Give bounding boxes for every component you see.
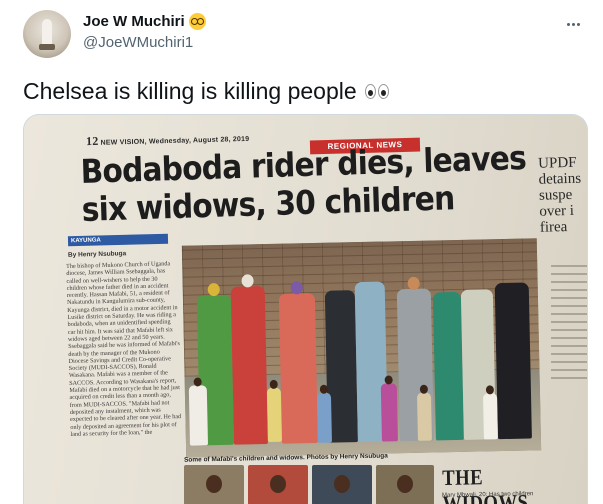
sidebar-column [551,265,587,465]
dot [571,22,575,26]
avatar-figure [42,19,52,47]
avatar-figure-base [39,44,55,50]
more-options-icon[interactable] [561,14,585,34]
folio-text: NEW VISION, Wednesday, August 28, 2019 [100,135,250,147]
user-handle[interactable]: @JoeWMuchiri1 [83,34,193,51]
newspaper-headline: Bodaboda rider dies, leaves six widows, … [80,138,552,229]
tweet-media-image[interactable]: 12 NEW VISION, Wednesday, August 28, 201… [23,114,588,504]
photo-person [278,281,318,444]
widow-photo [184,465,244,504]
newspaper-folio: 12 NEW VISION, Wednesday, August 28, 201… [86,130,250,149]
kicker-label: KAYUNGA [67,233,169,247]
photo-person [230,274,268,445]
tweet-text: Chelsea is killing is killing people [23,78,357,104]
byline: By Henry Nsubuga [67,250,127,259]
photo-child [266,379,282,442]
widows-photo-strip [184,465,434,504]
photo-child [316,384,332,443]
nerd-face-emoji-icon [188,13,206,30]
eye-left [364,83,376,99]
dot [566,22,570,26]
dot [576,22,580,26]
photo-person [494,282,532,440]
widow-photo [376,465,434,504]
widow-photo [312,465,372,504]
author-name-row: Joe W Muchiri [83,13,206,30]
widow-photo [248,465,308,504]
photo-child [416,384,432,441]
newspaper-page: 12 NEW VISION, Wednesday, August 28, 201… [24,115,587,504]
family-photo [181,238,542,458]
eye-right [377,83,389,99]
photo-child [482,385,498,440]
tweet-text-row: Chelsea is killing is killing people [23,76,389,106]
eyes-emoji-icon [364,83,389,99]
photo-child [380,375,398,442]
avatar[interactable] [23,10,71,58]
photo-person [432,291,464,441]
article-body: The bishop of Mukono Church of Uganda di… [66,260,182,438]
photo-child [188,377,209,446]
display-name[interactable]: Joe W Muchiri [83,13,185,30]
sidebar-headline: UPDF detains suspe over i firea [537,154,582,236]
tweet: Joe W Muchiri @JoeWMuchiri1 Chelsea is k… [0,0,603,504]
folio-page-number: 12 [85,133,99,149]
